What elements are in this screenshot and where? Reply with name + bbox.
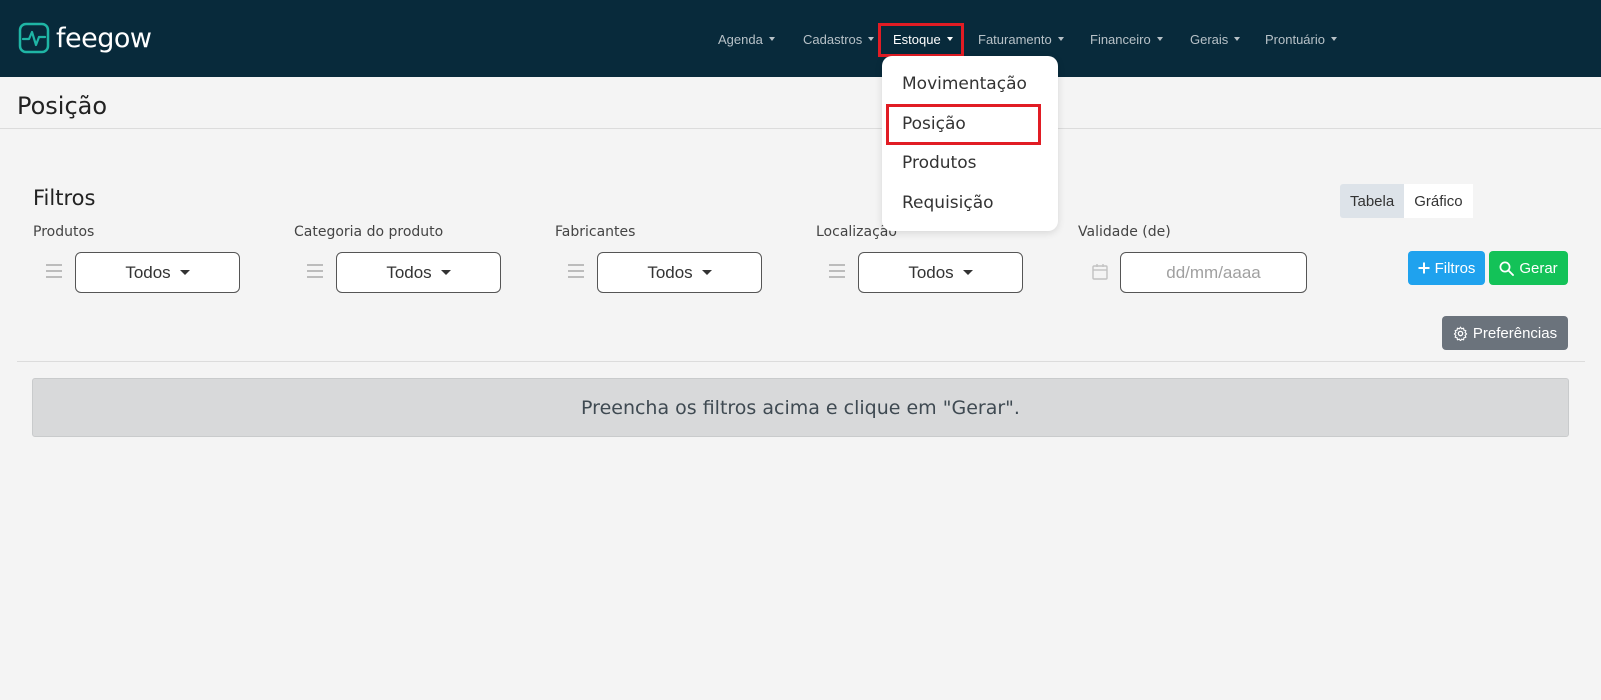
caret-down-icon <box>701 270 712 275</box>
preferences-label: Preferências <box>1472 324 1558 342</box>
preferences-button[interactable]: Preferências <box>1442 316 1568 350</box>
nav-label: Agenda <box>718 31 763 47</box>
select-value: Todos <box>647 262 693 282</box>
drag-handle-icon[interactable] <box>46 264 62 278</box>
filter-label-validade: Validade (de) <box>1078 224 1171 240</box>
caret-down-icon <box>962 270 973 275</box>
select-value: Todos <box>386 262 432 282</box>
menu-item-requisicao[interactable]: Requisição <box>902 193 994 213</box>
generate-label: Gerar <box>1519 259 1558 277</box>
top-navbar: feegow Agenda Cadastros Estoque Faturame… <box>0 0 1601 77</box>
menu-posicao-highlight-box <box>886 104 1041 145</box>
localizacao-select[interactable]: Todos <box>858 252 1023 293</box>
nav-label: Gerais <box>1190 31 1229 47</box>
caret-down-icon <box>1057 37 1064 41</box>
view-toggle: Tabela Gráfico <box>1340 184 1473 218</box>
caret-down-icon <box>1330 37 1337 41</box>
validade-date-input[interactable] <box>1120 252 1307 293</box>
caret-down-icon <box>179 270 190 275</box>
generate-button[interactable]: Gerar <box>1489 251 1568 285</box>
caret-down-icon <box>440 270 451 275</box>
add-filters-button[interactable]: Filtros <box>1408 251 1485 285</box>
drag-handle-icon[interactable] <box>307 264 323 278</box>
categoria-select[interactable]: Todos <box>336 252 501 293</box>
fabricantes-select[interactable]: Todos <box>597 252 762 293</box>
alert-message: Preencha os filtros acima e clique em "G… <box>581 396 1020 419</box>
filters-heading: Filtros <box>33 186 96 210</box>
produtos-select[interactable]: Todos <box>75 252 240 293</box>
brand-name: feegow <box>56 22 152 54</box>
menu-item-movimentacao[interactable]: Movimentação <box>902 74 1027 94</box>
caret-down-icon <box>868 37 875 41</box>
tab-grafico[interactable]: Gráfico <box>1404 184 1473 218</box>
nav-label: Cadastros <box>803 31 863 47</box>
nav-item-gerais[interactable]: Gerais <box>1190 28 1241 50</box>
nav-item-financeiro[interactable]: Financeiro <box>1090 28 1163 50</box>
nav-label: Faturamento <box>978 31 1052 47</box>
drag-handle-icon[interactable] <box>568 264 584 278</box>
caret-down-icon <box>768 37 775 41</box>
search-icon <box>1499 261 1515 276</box>
heartbeat-logo-icon <box>18 22 50 54</box>
brand-logo[interactable]: feegow <box>18 21 152 55</box>
page-title: Posição <box>17 92 108 120</box>
select-value: Todos <box>125 262 171 282</box>
drag-handle-icon[interactable] <box>829 264 845 278</box>
nav-item-faturamento[interactable]: Faturamento <box>978 28 1064 50</box>
add-filters-label: Filtros <box>1434 259 1476 277</box>
plus-icon <box>1418 262 1430 274</box>
caret-down-icon <box>1234 37 1241 41</box>
filter-label-categoria: Categoria do produto <box>294 224 444 240</box>
empty-state-alert: Preencha os filtros acima e clique em "G… <box>32 378 1569 437</box>
nav-label: Financeiro <box>1090 31 1151 47</box>
nav-item-prontuario[interactable]: Prontuário <box>1265 28 1337 50</box>
tab-tabela[interactable]: Tabela <box>1340 184 1405 218</box>
select-value: Todos <box>908 262 954 282</box>
calendar-icon <box>1092 264 1108 280</box>
nav-label: Prontuário <box>1265 31 1325 47</box>
divider <box>17 361 1585 362</box>
divider <box>0 128 1601 129</box>
nav-estoque-highlight-box <box>878 23 964 57</box>
filter-label-fabricantes: Fabricantes <box>555 224 636 240</box>
menu-item-produtos[interactable]: Produtos <box>902 153 976 173</box>
gear-icon <box>1453 326 1468 341</box>
nav-item-agenda[interactable]: Agenda <box>718 28 775 50</box>
nav-item-cadastros[interactable]: Cadastros <box>803 28 875 50</box>
caret-down-icon <box>1156 37 1163 41</box>
filter-label-produtos: Produtos <box>33 224 95 240</box>
